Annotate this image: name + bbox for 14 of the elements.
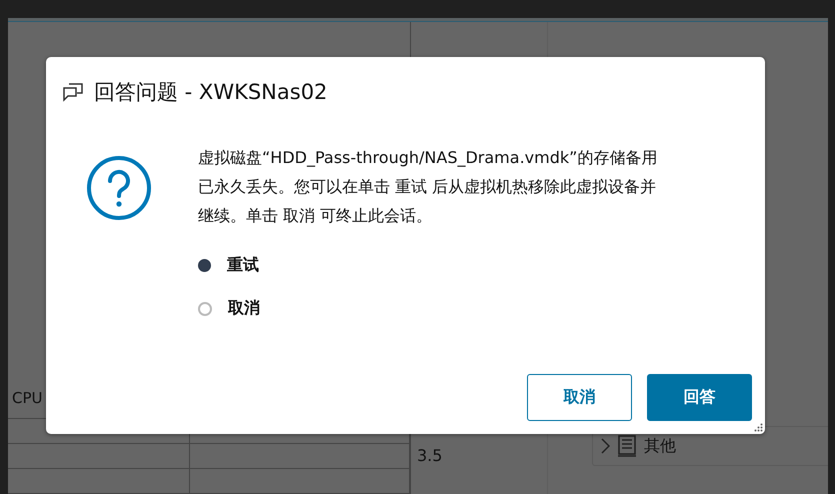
value-text: 3.5 (417, 446, 442, 465)
radio-option[interactable]: 重试 (198, 244, 259, 287)
document-icon (617, 435, 637, 457)
radio-button[interactable] (198, 302, 212, 316)
radio-option[interactable]: 取消 (198, 287, 260, 330)
radio-button[interactable] (198, 259, 211, 272)
table-label: CPU (11, 388, 44, 409)
question-icon (86, 155, 152, 221)
chat-icon (62, 82, 84, 102)
resize-grip-icon[interactable] (754, 423, 763, 432)
message-text: 虚拟磁盘“HDD_Pass-through/NAS_Drama.vmdk”的存储备用已永久丢失。您可以在单击 重试 后从虚拟机热移除此虚拟设备并继续。单击 取消 可终止此会话。 (198, 147, 658, 227)
answer-button[interactable]: 回答 (647, 374, 752, 421)
dialog-title: 回答问题 - XWKSNas02 (94, 79, 328, 106)
cancel-button[interactable]: 取消 (527, 374, 632, 421)
